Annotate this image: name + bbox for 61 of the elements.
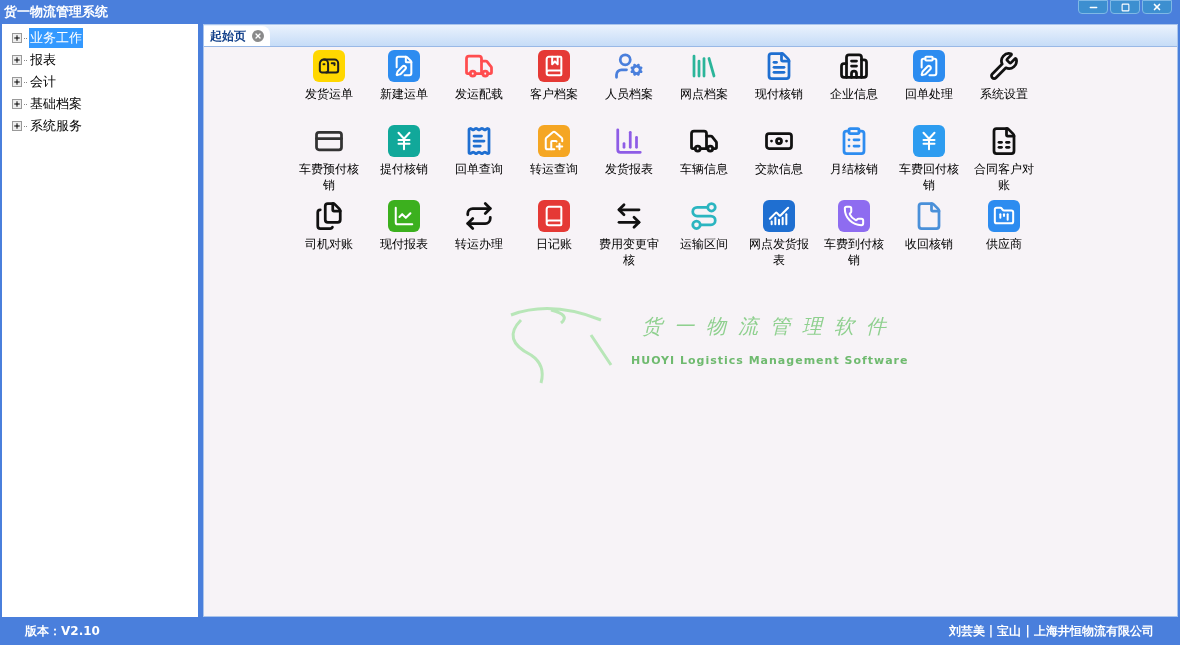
launcher-item[interactable]: 交款信息 xyxy=(741,125,816,200)
launcher-item[interactable]: 车费预付核销 xyxy=(291,125,366,200)
launcher-item[interactable]: 回单处理 xyxy=(891,50,966,125)
yen-icon xyxy=(912,125,945,157)
launcher-item[interactable]: 发货运单 xyxy=(291,50,366,125)
launcher-item[interactable]: 车辆信息 xyxy=(666,125,741,200)
line-chart-icon xyxy=(387,200,420,232)
launcher-item[interactable]: 运输区间 xyxy=(666,200,741,275)
tree-item[interactable]: 会计 xyxy=(29,72,57,92)
tree-item[interactable]: 基础档案 xyxy=(29,94,83,114)
close-tab-icon[interactable] xyxy=(252,30,264,42)
launcher-item[interactable]: 收回核销 xyxy=(891,200,966,275)
clipboard-edit-icon xyxy=(912,50,945,82)
launcher-item[interactable]: 月结核销 xyxy=(816,125,891,200)
tree-item[interactable]: 系统服务 xyxy=(29,116,83,136)
launcher-item[interactable]: 转运查询 xyxy=(516,125,591,200)
launcher-item[interactable]: 现付核销 xyxy=(741,50,816,125)
book-icon xyxy=(537,200,570,232)
launcher-item[interactable]: 新建运单 xyxy=(366,50,441,125)
expand-icon[interactable] xyxy=(12,99,22,109)
window-title: 货一物流管理系统 xyxy=(4,3,108,22)
building-icon xyxy=(837,50,870,82)
launcher-item[interactable]: 现付报表 xyxy=(366,200,441,275)
version-label: 版本：V2.10 xyxy=(25,623,100,640)
launcher-item[interactable]: 费用变更审核 xyxy=(591,200,666,275)
expand-icon[interactable] xyxy=(12,77,22,87)
launcher-item[interactable]: 司机对账 xyxy=(291,200,366,275)
logo-subtitle: HUOYI Logistics Management Software xyxy=(631,352,909,369)
yen-icon xyxy=(387,125,420,157)
expand-icon[interactable] xyxy=(12,55,22,65)
launcher-item[interactable]: 网点档案 xyxy=(666,50,741,125)
expand-icon[interactable] xyxy=(12,121,22,131)
launcher-item[interactable]: 转运办理 xyxy=(441,200,516,275)
close-button[interactable] xyxy=(1142,0,1172,14)
launcher-item[interactable]: 回单查询 xyxy=(441,125,516,200)
launcher-item[interactable]: 网点发货报表 xyxy=(741,200,816,275)
wrench-icon xyxy=(987,50,1020,82)
chart-icon xyxy=(762,200,795,232)
maximize-button[interactable] xyxy=(1110,0,1140,14)
launcher-item[interactable]: 发货报表 xyxy=(591,125,666,200)
logo-title: 货一物流管理软件 xyxy=(641,312,898,340)
phone-icon xyxy=(837,200,870,232)
expand-icon[interactable] xyxy=(12,33,22,43)
launcher-item[interactable]: 提付核销 xyxy=(366,125,441,200)
tab[interactable]: 起始页 xyxy=(204,26,270,46)
launcher-item[interactable]: 车费回付核销 xyxy=(891,125,966,200)
launcher-item[interactable]: 合同客户对账 xyxy=(966,125,1041,200)
launcher-item[interactable]: 车费到付核销 xyxy=(816,200,891,275)
user-gear-icon xyxy=(612,50,645,82)
launcher-item[interactable]: 客户档案 xyxy=(516,50,591,125)
maximize-icon xyxy=(1120,2,1130,12)
launcher-item[interactable]: 企业信息 xyxy=(816,50,891,125)
tree-item[interactable]: 报表 xyxy=(29,50,57,70)
launcher-item[interactable]: 人员档案 xyxy=(591,50,666,125)
launcher-item[interactable]: 日记账 xyxy=(516,200,591,275)
user-info: 刘芸美 | 宝山 | 上海井恒物流有限公司 xyxy=(948,623,1154,640)
edit-document-icon xyxy=(387,50,420,82)
close-icon xyxy=(1152,2,1162,12)
launcher-item[interactable]: 系统设置 xyxy=(966,50,1041,125)
launcher-item[interactable]: 供应商 xyxy=(966,200,1041,275)
launcher-item[interactable]: 发运配载 xyxy=(441,50,516,125)
